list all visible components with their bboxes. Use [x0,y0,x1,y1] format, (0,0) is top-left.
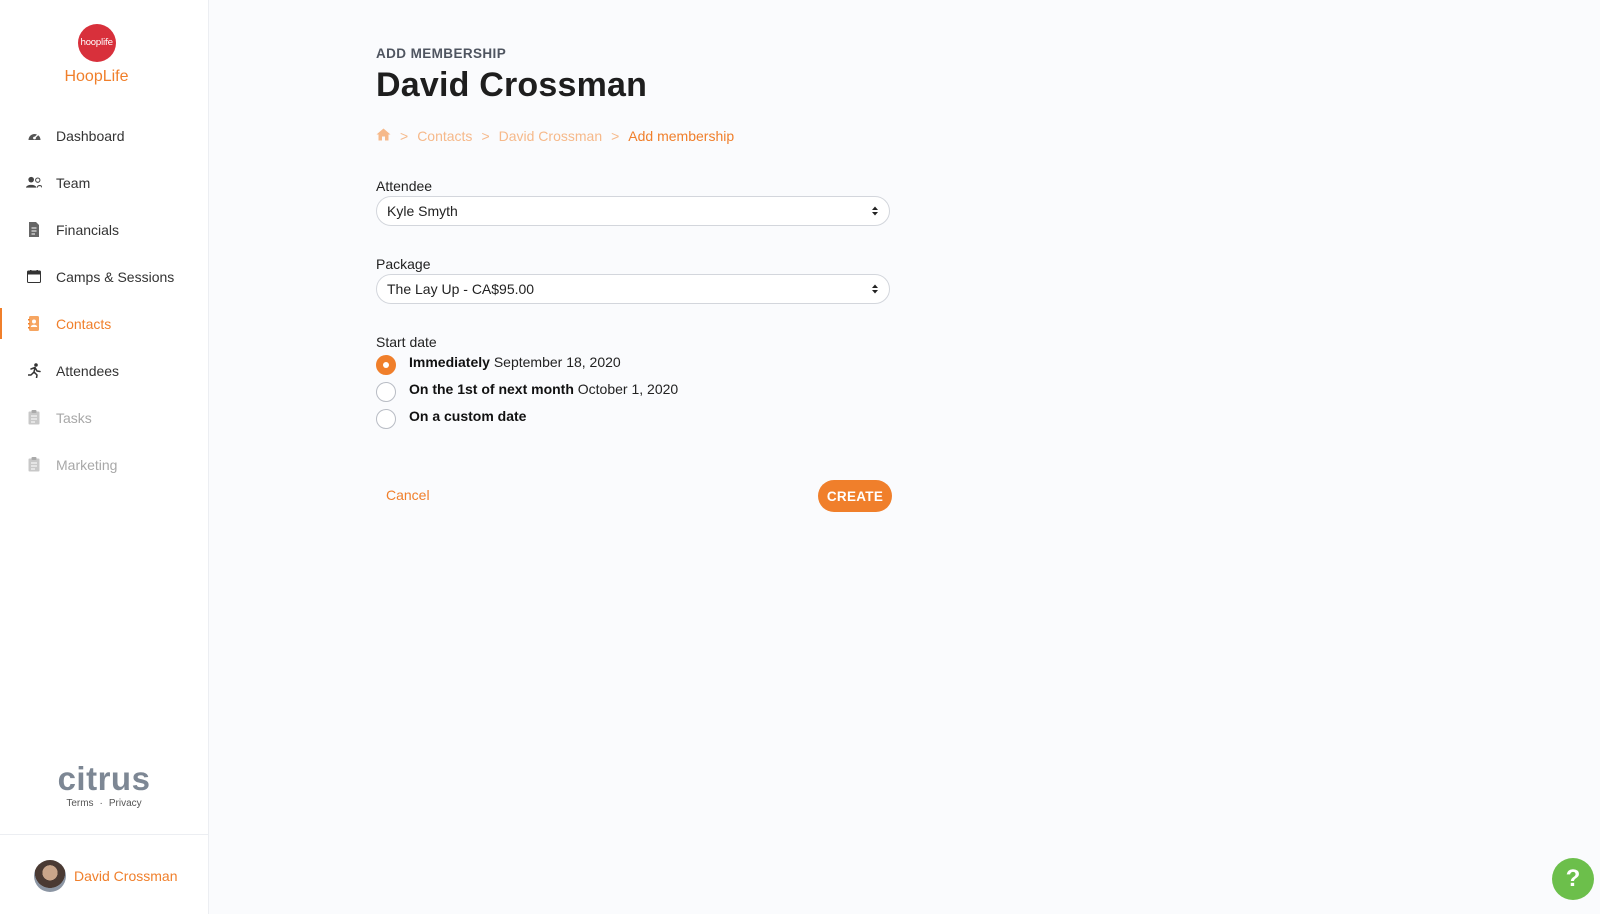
create-button[interactable]: CREATE [818,480,892,512]
option-title: On the 1st of next month [409,381,574,397]
users-icon [26,175,42,191]
sidebar-item-label: Marketing [56,456,118,473]
clipboard-icon [26,457,42,473]
sidebar-nav: Dashboard Team Financials Camps & Sessio… [0,112,208,488]
citrus-logo: citrus [57,760,151,797]
sidebar-item-label: Contacts [56,315,112,332]
brand[interactable]: hooplife HoopLife [0,24,193,86]
privacy-link[interactable]: Privacy [109,798,142,809]
radio-immediately[interactable] [376,355,396,375]
sidebar-item-label: Team [56,174,91,191]
receipt-icon [26,222,42,238]
breadcrumb: > Contacts > David Crossman > Add member… [376,128,734,144]
attendee-select[interactable]: Kyle Smyth [376,196,890,226]
start-next-month-option[interactable]: On the 1st of next month October 1, 2020 [376,381,678,402]
footer-dot: · [99,798,103,809]
user-name: David Crossman [74,868,178,884]
breadcrumb-separator: > [481,128,490,144]
terms-link[interactable]: Terms [66,798,93,809]
sidebar-item-label: Attendees [56,362,120,379]
radio-label: On the 1st of next month October 1, 2020 [409,381,678,397]
breadcrumb-contact[interactable]: David Crossman [499,128,602,144]
start-immediately-option[interactable]: Immediately September 18, 2020 [376,354,621,375]
attendee-value: Kyle Smyth [387,203,458,219]
sidebar-item-contacts[interactable]: Contacts [0,300,208,347]
option-title: On a custom date [409,408,527,424]
sidebar-item-label: Tasks [56,409,92,426]
cancel-button[interactable]: Cancel [386,487,430,503]
sidebar-item-label: Financials [56,221,120,238]
radio-label: On a custom date [409,408,526,424]
avatar [34,860,66,892]
select-arrows-icon [872,284,878,294]
speedometer-icon [26,128,42,144]
user-profile[interactable]: David Crossman [34,860,177,892]
option-title: Immediately [409,354,490,370]
start-date-label: Start date [376,334,437,350]
sidebar-item-attendees[interactable]: Attendees [0,347,208,394]
footer-links: Terms · Privacy [56,798,152,809]
package-value: The Lay Up - CA$95.00 [387,281,535,297]
sidebar-item-team[interactable]: Team [0,159,208,206]
package-label: Package [376,256,431,272]
divider [0,834,208,835]
sidebar-item-financials[interactable]: Financials [0,206,208,253]
help-button[interactable]: ? [1552,858,1594,900]
option-detail: October 1, 2020 [577,381,679,397]
breadcrumb-separator: > [400,128,409,144]
citrus-footer: citrus Terms · Privacy [56,760,152,810]
sidebar-item-label: Dashboard [56,127,125,144]
radio-next-month[interactable] [376,382,396,402]
brand-logo: hooplife [77,24,116,62]
home-icon[interactable] [376,128,391,144]
breadcrumb-contacts[interactable]: Contacts [417,128,472,144]
calendar-icon [26,269,42,285]
radio-label: Immediately September 18, 2020 [409,354,621,370]
package-select[interactable]: The Lay Up - CA$95.00 [376,274,890,304]
page-eyebrow: ADD MEMBERSHIP [376,46,507,61]
breadcrumb-separator: > [611,128,620,144]
brand-name: HoopLife [64,68,129,85]
sidebar-item-label: Camps & Sessions [56,268,175,285]
sidebar: hooplife HoopLife Dashboard Team Financi… [0,0,209,914]
address-book-icon [26,316,42,332]
start-custom-date-option[interactable]: On a custom date [376,408,526,429]
sidebar-item-tasks[interactable]: Tasks [0,394,208,441]
sidebar-item-marketing[interactable]: Marketing [0,441,208,488]
running-person-icon [26,363,42,379]
radio-custom-date[interactable] [376,409,396,429]
page-title: David Crossman [376,66,648,104]
option-detail: September 18, 2020 [493,354,621,370]
breadcrumb-current: Add membership [628,128,735,144]
select-arrows-icon [872,206,878,216]
clipboard-icon [26,410,42,426]
sidebar-item-dashboard[interactable]: Dashboard [0,112,208,159]
sidebar-item-camps-sessions[interactable]: Camps & Sessions [0,253,208,300]
attendee-label: Attendee [376,178,433,194]
